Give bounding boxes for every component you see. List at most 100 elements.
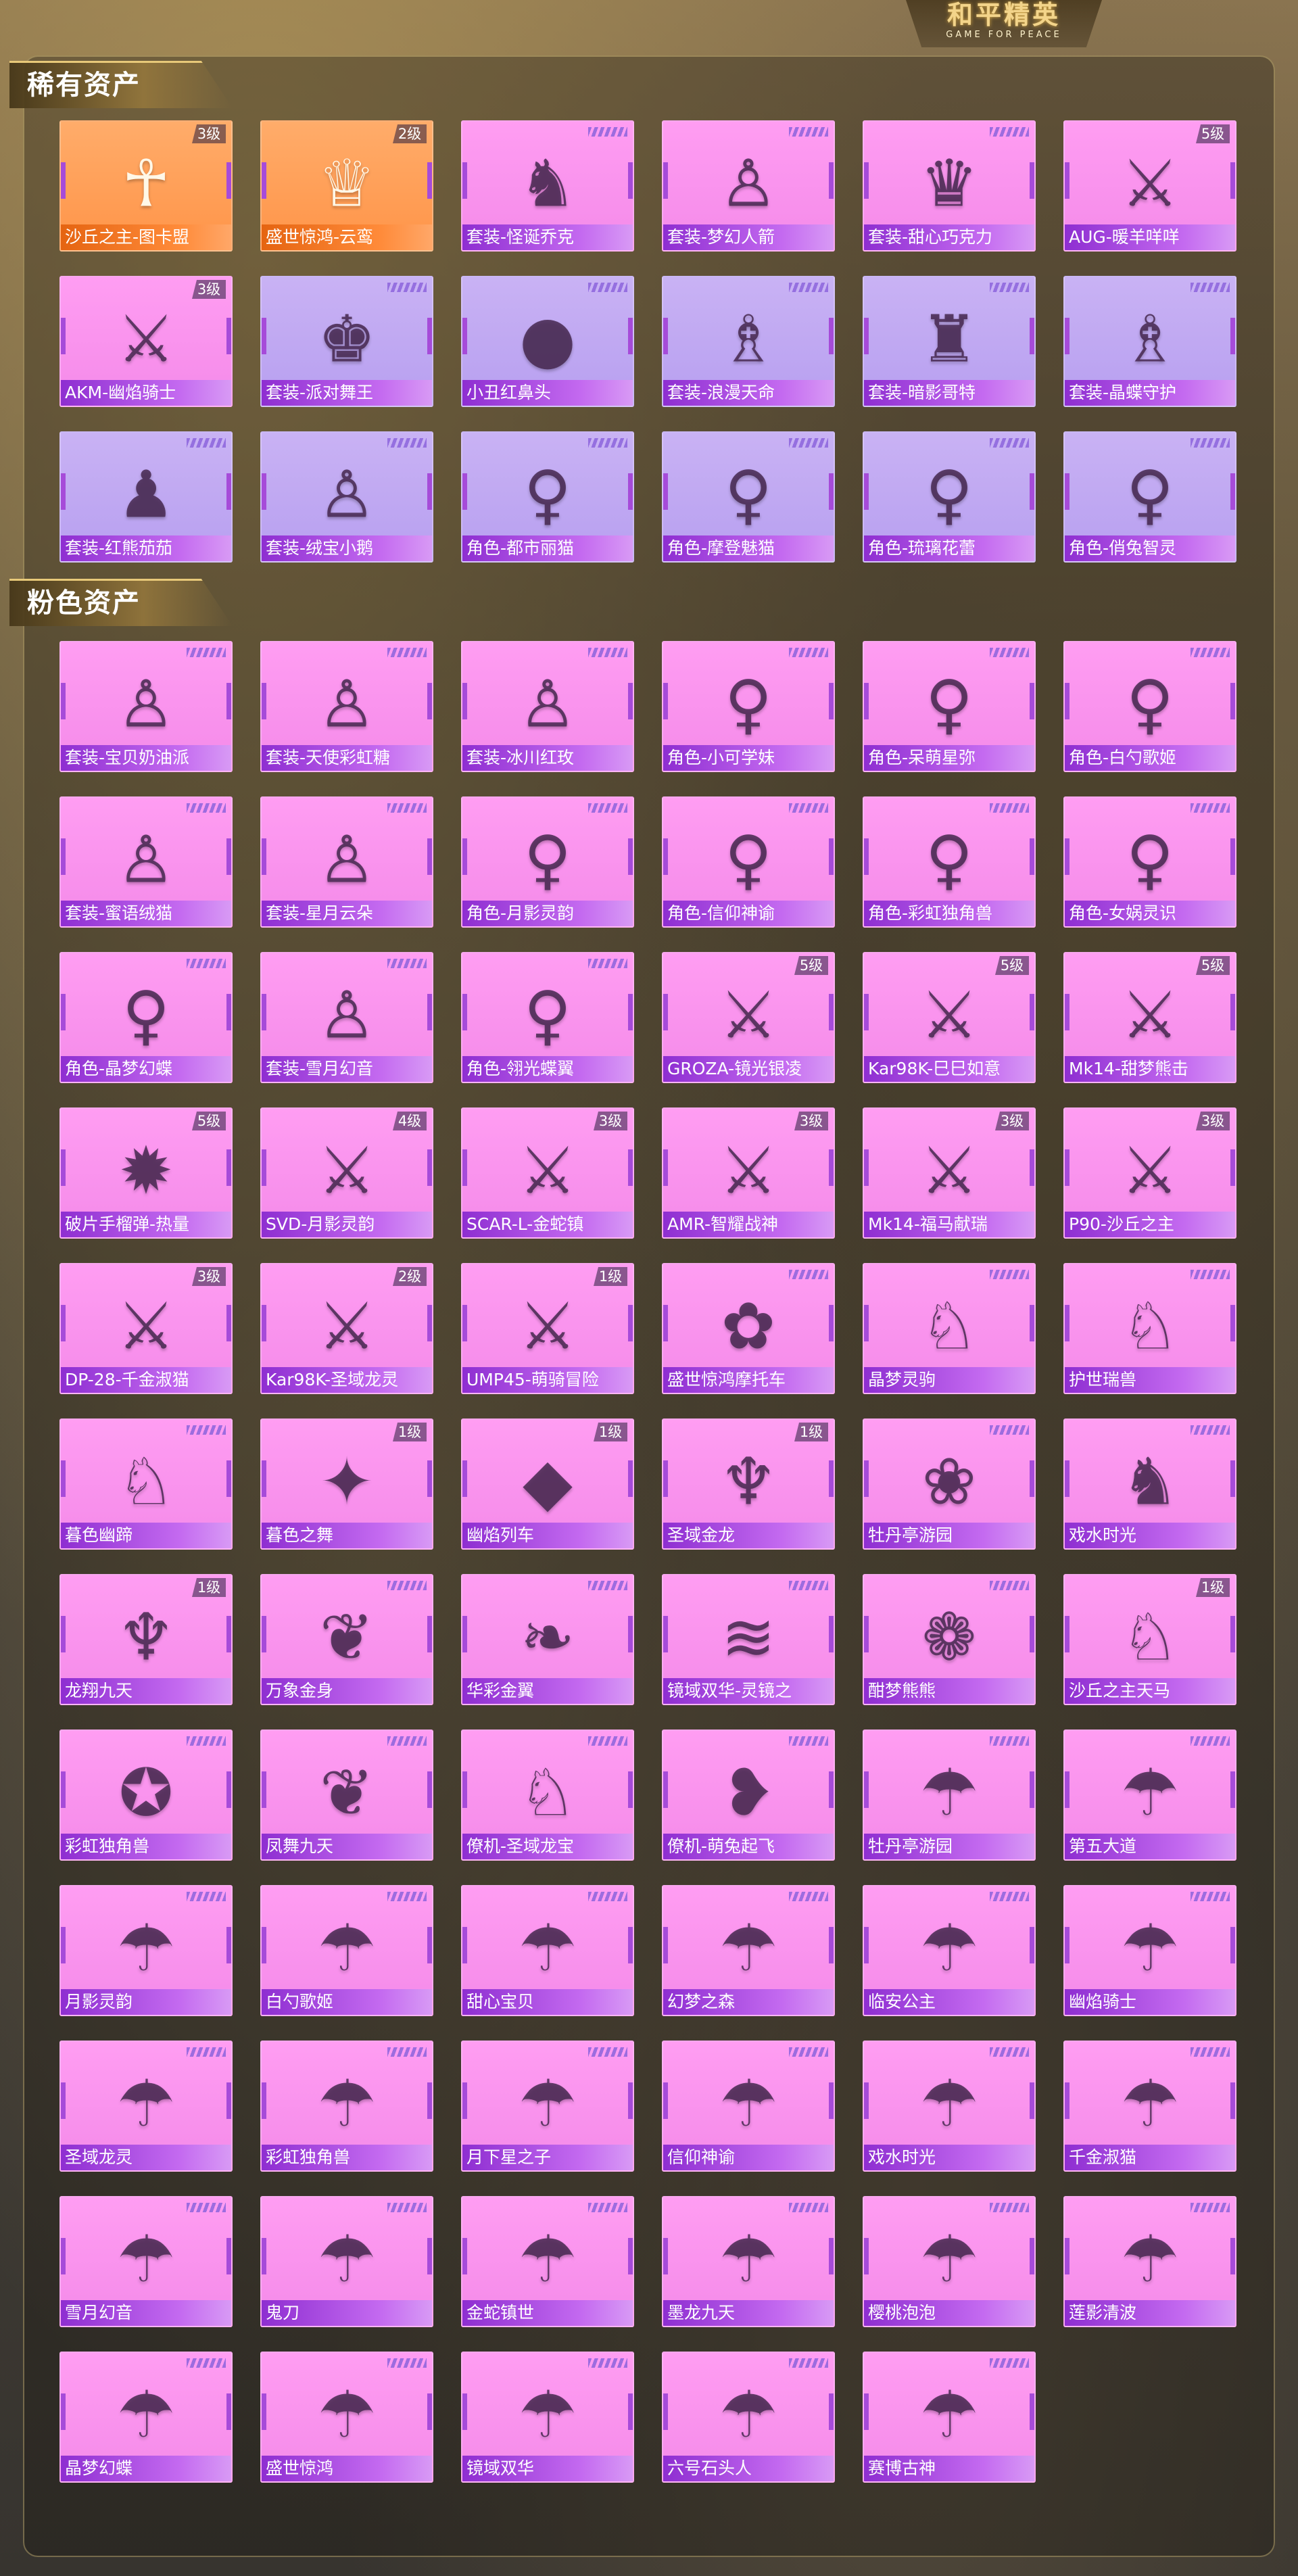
- item-card[interactable]: ☂ 第五大道: [1063, 1730, 1236, 1861]
- item-card[interactable]: ● 小丑红鼻头: [461, 276, 634, 407]
- item-card[interactable]: ♀ 角色-月影灵韵: [461, 796, 634, 928]
- item-card[interactable]: 5级 ⚔ Mk14-甜梦熊击: [1063, 952, 1236, 1083]
- item-card[interactable]: ❦ 万象金身: [260, 1574, 433, 1705]
- item-card[interactable]: ♙ 套装-梦幻人箭: [662, 120, 835, 252]
- item-card[interactable]: ❁ 酣梦熊熊: [863, 1574, 1036, 1705]
- item-card[interactable]: ☂ 戏水时光: [863, 2041, 1036, 2172]
- item-card[interactable]: ♙ 套装-绒宝小鹅: [260, 431, 433, 563]
- item-card[interactable]: ✪ 彩虹独角兽: [59, 1730, 233, 1861]
- item-card[interactable]: 3级 ⚔ AKM-幽焰骑士: [59, 276, 233, 407]
- item-card[interactable]: ♙ 套装-宝贝奶油派: [59, 641, 233, 772]
- stripe-decoration: [990, 1892, 1029, 1901]
- character-icon: ♀: [724, 666, 773, 742]
- item-card[interactable]: ♟ 套装-红熊茄茄: [59, 431, 233, 563]
- item-card[interactable]: ♀ 角色-摩登魅猫: [662, 431, 835, 563]
- item-card[interactable]: 3级 ⚔ DP-28-千金淑猫: [59, 1263, 233, 1394]
- item-card[interactable]: ♙ 套装-冰川红玫: [461, 641, 634, 772]
- item-card[interactable]: ♙ 套装-天使彩虹糖: [260, 641, 433, 772]
- item-card[interactable]: 3级 ⚔ Mk14-福马献瑞: [863, 1107, 1036, 1239]
- card-edge-marker: [628, 1149, 633, 1186]
- item-card[interactable]: 5级 ⚔ AUG-暖羊咩咩: [1063, 120, 1236, 252]
- item-card[interactable]: 5级 ⚔ Kar98K-巳巳如意: [863, 952, 1036, 1083]
- item-card[interactable]: ☂ 鬼刀: [260, 2196, 433, 2327]
- item-card[interactable]: 3级 ☥ 沙丘之主-图卡盟: [59, 120, 233, 252]
- item-card[interactable]: ☂ 赛博古神: [863, 2352, 1036, 2483]
- item-card[interactable]: 3级 ⚔ P90-沙丘之主: [1063, 1107, 1236, 1239]
- item-card[interactable]: ♚ 套装-派对舞王: [260, 276, 433, 407]
- item-card[interactable]: ♀ 角色-琉璃花蕾: [863, 431, 1036, 563]
- item-card[interactable]: ☂ 牡丹亭游园: [863, 1730, 1036, 1861]
- item-card[interactable]: ☂ 六号石头人: [662, 2352, 835, 2483]
- item-card[interactable]: ❥ 僚机-萌兔起飞: [662, 1730, 835, 1861]
- item-card[interactable]: ♀ 角色-呆萌星弥: [863, 641, 1036, 772]
- item-card[interactable]: 2级 ⚔ Kar98K-圣域龙灵: [260, 1263, 433, 1394]
- item-card[interactable]: 1级 ◆ 幽焰列车: [461, 1418, 634, 1550]
- item-card[interactable]: 1级 ⚔ UMP45-萌骑冒险: [461, 1263, 634, 1394]
- item-card[interactable]: ♜ 套装-暗影哥特: [863, 276, 1036, 407]
- item-card[interactable]: ☂ 信仰神谕: [662, 2041, 835, 2172]
- item-card[interactable]: ☂ 晶梦幻蝶: [59, 2352, 233, 2483]
- item-card[interactable]: ☂ 彩虹独角兽: [260, 2041, 433, 2172]
- item-card[interactable]: ♙ 套装-星月云朵: [260, 796, 433, 928]
- item-card[interactable]: 1级 ✦ 暮色之舞: [260, 1418, 433, 1550]
- item-card[interactable]: ☂ 墨龙九天: [662, 2196, 835, 2327]
- item-card[interactable]: ✿ 盛世惊鸿摩托车: [662, 1263, 835, 1394]
- item-card[interactable]: ♘ 护世瑞兽: [1063, 1263, 1236, 1394]
- item-card[interactable]: ☂ 金蛇镇世: [461, 2196, 634, 2327]
- item-card[interactable]: ☂ 千金淑猫: [1063, 2041, 1236, 2172]
- item-card[interactable]: ♙ 套装-蜜语绒猫: [59, 796, 233, 928]
- item-card[interactable]: ☂ 月下星之子: [461, 2041, 634, 2172]
- item-card[interactable]: 5级 ✹ 破片手榴弹-热量: [59, 1107, 233, 1239]
- item-card[interactable]: ♀ 角色-女娲灵识: [1063, 796, 1236, 928]
- item-card[interactable]: ☂ 甜心宝贝: [461, 1885, 634, 2016]
- item-card[interactable]: ♀ 角色-彩虹独角兽: [863, 796, 1036, 928]
- item-card[interactable]: ☂ 樱桃泡泡: [863, 2196, 1036, 2327]
- item-card[interactable]: 5级 ⚔ GROZA-镜光银凌: [662, 952, 835, 1083]
- item-card[interactable]: ☂ 幽焰骑士: [1063, 1885, 1236, 2016]
- item-card[interactable]: ☂ 白勺歌姬: [260, 1885, 433, 2016]
- item-card[interactable]: ☂ 雪月幻音: [59, 2196, 233, 2327]
- item-card[interactable]: ♘ 晶梦灵驹: [863, 1263, 1036, 1394]
- item-card[interactable]: ♛ 套装-甜心巧克力: [863, 120, 1036, 252]
- item-card[interactable]: ☂ 月影灵韵: [59, 1885, 233, 2016]
- item-card[interactable]: ≋ 镜域双华-灵镜之: [662, 1574, 835, 1705]
- item-card[interactable]: 4级 ⚔ SVD-月影灵韵: [260, 1107, 433, 1239]
- item-card[interactable]: 1级 ♆ 圣域金龙: [662, 1418, 835, 1550]
- card-edge-marker: [1065, 994, 1069, 1030]
- item-card[interactable]: 1级 ♆ 龙翔九天: [59, 1574, 233, 1705]
- item-card[interactable]: ❧ 华彩金翼: [461, 1574, 634, 1705]
- item-card[interactable]: 1级 ♘ 沙丘之主天马: [1063, 1574, 1236, 1705]
- item-card[interactable]: ❦ 凤舞九天: [260, 1730, 433, 1861]
- item-card[interactable]: 2级 ♕ 盛世惊鸿-云鸾: [260, 120, 433, 252]
- outfit-icon: ♙: [116, 666, 176, 742]
- item-card[interactable]: ☂ 临安公主: [863, 1885, 1036, 2016]
- item-card[interactable]: ♞ 套装-怪诞乔克: [461, 120, 634, 252]
- item-card[interactable]: ♀ 角色-翎光蝶翼: [461, 952, 634, 1083]
- item-card[interactable]: ♗ 套装-晶蝶守护: [1063, 276, 1236, 407]
- item-card[interactable]: ♘ 僚机-圣域龙宝: [461, 1730, 634, 1861]
- stripe-decoration: [187, 959, 226, 968]
- item-card[interactable]: ☂ 圣域龙灵: [59, 2041, 233, 2172]
- item-card[interactable]: ♀ 角色-信仰神谕: [662, 796, 835, 928]
- item-card[interactable]: 3级 ⚔ SCAR-L-金蛇镇: [461, 1107, 634, 1239]
- item-card[interactable]: ♙ 套装-雪月幻音: [260, 952, 433, 1083]
- item-card[interactable]: ☂ 莲影清波: [1063, 2196, 1236, 2327]
- item-card[interactable]: ♗ 套装-浪漫天命: [662, 276, 835, 407]
- item-card[interactable]: ♞ 戏水时光: [1063, 1418, 1236, 1550]
- item-card[interactable]: ♀ 角色-晶梦幻蝶: [59, 952, 233, 1083]
- card-edge-marker: [829, 162, 834, 199]
- item-card[interactable]: ❀ 牡丹亭游园: [863, 1418, 1036, 1550]
- item-card[interactable]: ♘ 暮色幽蹄: [59, 1418, 233, 1550]
- item-card[interactable]: ☂ 镜域双华: [461, 2352, 634, 2483]
- item-card[interactable]: ♀ 角色-俏兔智灵: [1063, 431, 1236, 563]
- item-card[interactable]: ☂ 盛世惊鸿: [260, 2352, 433, 2483]
- item-card[interactable]: ♀ 角色-都市丽猫: [461, 431, 634, 563]
- parachute-icon: ☂: [719, 2221, 778, 2297]
- card-edge-marker: [262, 473, 266, 510]
- item-card[interactable]: ♀ 角色-小可学妹: [662, 641, 835, 772]
- card-edge-marker: [1065, 1460, 1069, 1497]
- item-card[interactable]: ☂ 幻梦之森: [662, 1885, 835, 2016]
- wand-icon: ✦: [319, 1444, 375, 1520]
- item-card[interactable]: ♀ 角色-白勺歌姬: [1063, 641, 1236, 772]
- item-card[interactable]: 3级 ⚔ AMR-智耀战神: [662, 1107, 835, 1239]
